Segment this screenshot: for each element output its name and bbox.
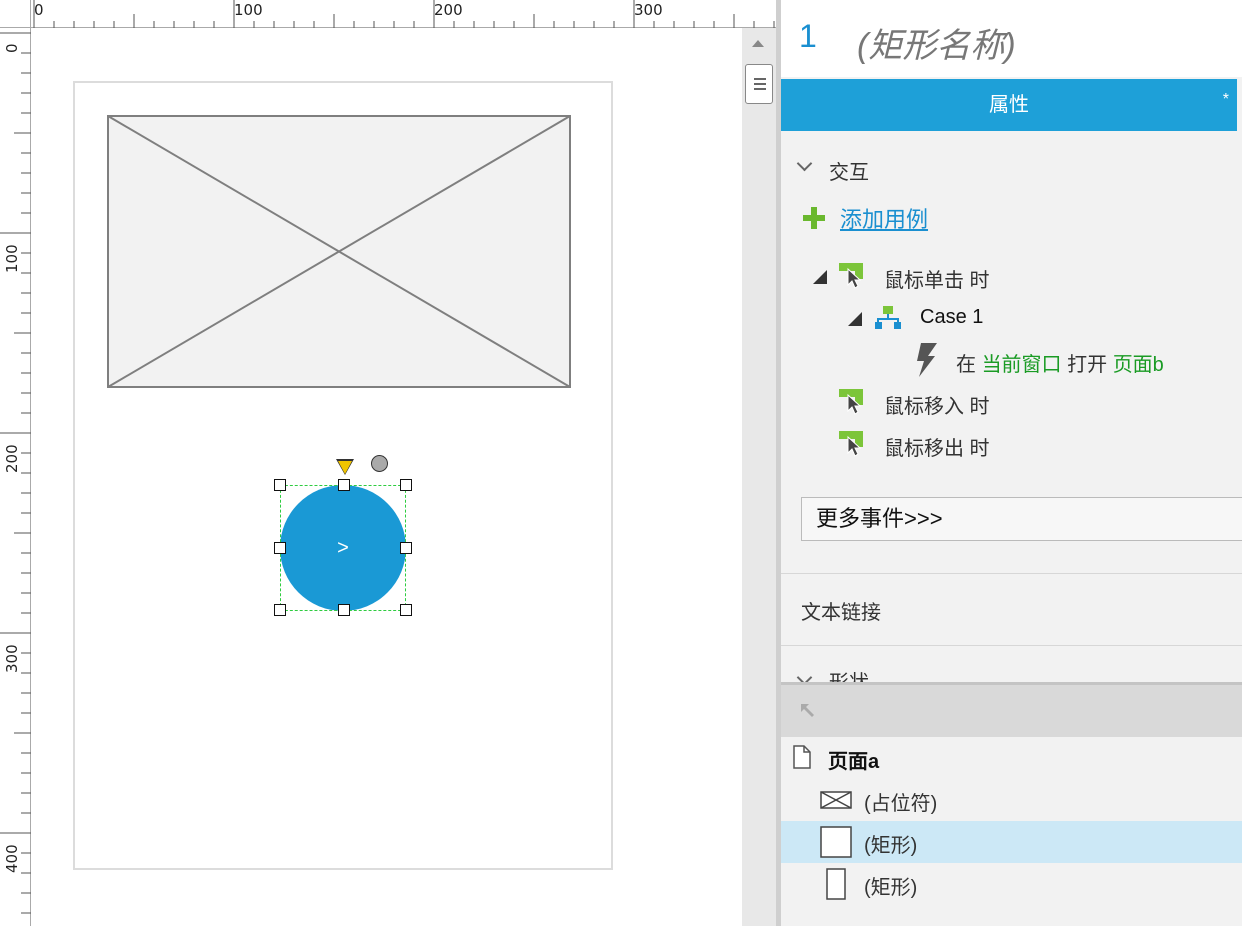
resize-handle-e[interactable] [400, 542, 412, 554]
add-case-link[interactable]: 添加用例 [840, 202, 928, 234]
outline-item-label: (矩形) [864, 877, 918, 899]
horizontal-ruler-ticks [33, 0, 775, 28]
resize-handle-s[interactable] [338, 604, 350, 616]
action-row[interactable]: 在 当前窗口 打开 页面b [956, 348, 1164, 377]
inspector-panel: 1 (矩形名称) 属性 * 交互 添加用例 鼠标单击 时 Case 1 在 当前… [781, 0, 1242, 926]
ruler-v-label-200: 200 [3, 444, 21, 473]
app-window: 0 100 200 300 0 100 200 300 400 > 1 (矩形名… [0, 0, 1242, 926]
outline-item-rectangle[interactable]: (矩形) [781, 863, 1242, 905]
outline-item-label: (占位符) [864, 793, 938, 815]
resize-handle-nw[interactable] [274, 479, 286, 491]
outline-item-label: 页面a [828, 751, 880, 773]
ruler-v-label-0: 0 [3, 43, 21, 53]
outline-toolbar [781, 685, 1242, 737]
resize-handle-n[interactable] [338, 479, 350, 491]
rectangle-icon [820, 826, 852, 858]
arrow-up-left-icon[interactable] [798, 701, 818, 721]
scrollbar-thumb[interactable] [745, 64, 773, 104]
ruler-v-label-100: 100 [3, 244, 21, 273]
horizontal-ruler[interactable]: 0 100 200 300 [31, 0, 776, 28]
ruler-corner [0, 0, 31, 28]
canvas-area[interactable]: 0 100 200 300 0 100 200 300 400 > [0, 0, 776, 926]
tab-modified-marker: * [1222, 91, 1229, 108]
case-label[interactable]: Case 1 [920, 306, 983, 329]
ruler-label-200: 200 [434, 1, 463, 19]
outline-item-placeholder[interactable]: (占位符) [781, 779, 1242, 821]
action-target: 当前窗口 [981, 354, 1062, 376]
widget-index: 1 [799, 18, 817, 54]
plus-icon[interactable] [803, 207, 825, 229]
event-mouse-leave-label[interactable]: 鼠标移出 时 [884, 432, 990, 461]
action-page: 页面b [1112, 354, 1164, 376]
ruler-v-label-300: 300 [3, 644, 21, 673]
collapse-triangle-icon[interactable] [813, 270, 827, 284]
section-divider [781, 645, 1242, 646]
more-events-dropdown[interactable]: 更多事件>>> [801, 497, 1242, 541]
ruler-label-100: 100 [234, 1, 263, 19]
resize-handle-se[interactable] [400, 604, 412, 616]
outline-item-label: (矩形) [864, 835, 918, 857]
page-icon [793, 745, 811, 769]
corner-radius-handle[interactable] [338, 461, 352, 474]
outline-item-page[interactable]: 页面a [781, 737, 1242, 779]
ruler-label-300: 300 [634, 1, 663, 19]
text-link-section[interactable]: 文本链接 [801, 596, 881, 625]
widget-name-field[interactable]: (矩形名称) [857, 18, 1016, 67]
event-mouse-enter-label[interactable]: 鼠标移入 时 [884, 390, 990, 419]
event-cursor-icon [839, 389, 863, 415]
narrow-rectangle-icon [826, 868, 846, 900]
vertical-ruler[interactable]: 0 100 200 300 400 [0, 28, 31, 926]
scroll-up-arrow-icon[interactable] [752, 40, 764, 47]
vertical-ruler-ticks [0, 32, 31, 914]
chevron-down-icon[interactable] [796, 155, 813, 172]
placeholder-icon [820, 791, 852, 809]
case-tree-icon [875, 306, 901, 329]
lightning-action-icon [917, 343, 937, 377]
tab-properties[interactable]: 属性 [781, 79, 1237, 131]
placeholder-widget[interactable] [107, 115, 571, 388]
action-verb: 打开 [1067, 354, 1108, 376]
action-prefix: 在 [956, 354, 976, 376]
inspector-header: 1 (矩形名称) [781, 0, 1242, 77]
resize-handle-ne[interactable] [400, 479, 412, 491]
rotate-handle[interactable] [371, 455, 388, 472]
vertical-scrollbar[interactable] [742, 28, 776, 926]
outline-panel: 页面a (占位符) (矩形) (矩形) [781, 682, 1242, 926]
resize-handle-w[interactable] [274, 542, 286, 554]
interaction-section-title[interactable]: 交互 [829, 156, 869, 185]
ruler-v-label-400: 400 [3, 844, 21, 873]
event-cursor-icon [839, 431, 863, 457]
event-click-label[interactable]: 鼠标单击 时 [884, 264, 990, 293]
outline-item-rectangle-selected[interactable]: (矩形) [781, 821, 1242, 863]
event-cursor-icon [839, 263, 863, 289]
ruler-label-0: 0 [34, 1, 44, 19]
resize-handle-sw[interactable] [274, 604, 286, 616]
section-divider [781, 573, 1242, 574]
inspector-tab-bar: 属性 * [781, 79, 1237, 131]
collapse-triangle-icon[interactable] [848, 312, 862, 326]
selection-outline [280, 485, 406, 611]
